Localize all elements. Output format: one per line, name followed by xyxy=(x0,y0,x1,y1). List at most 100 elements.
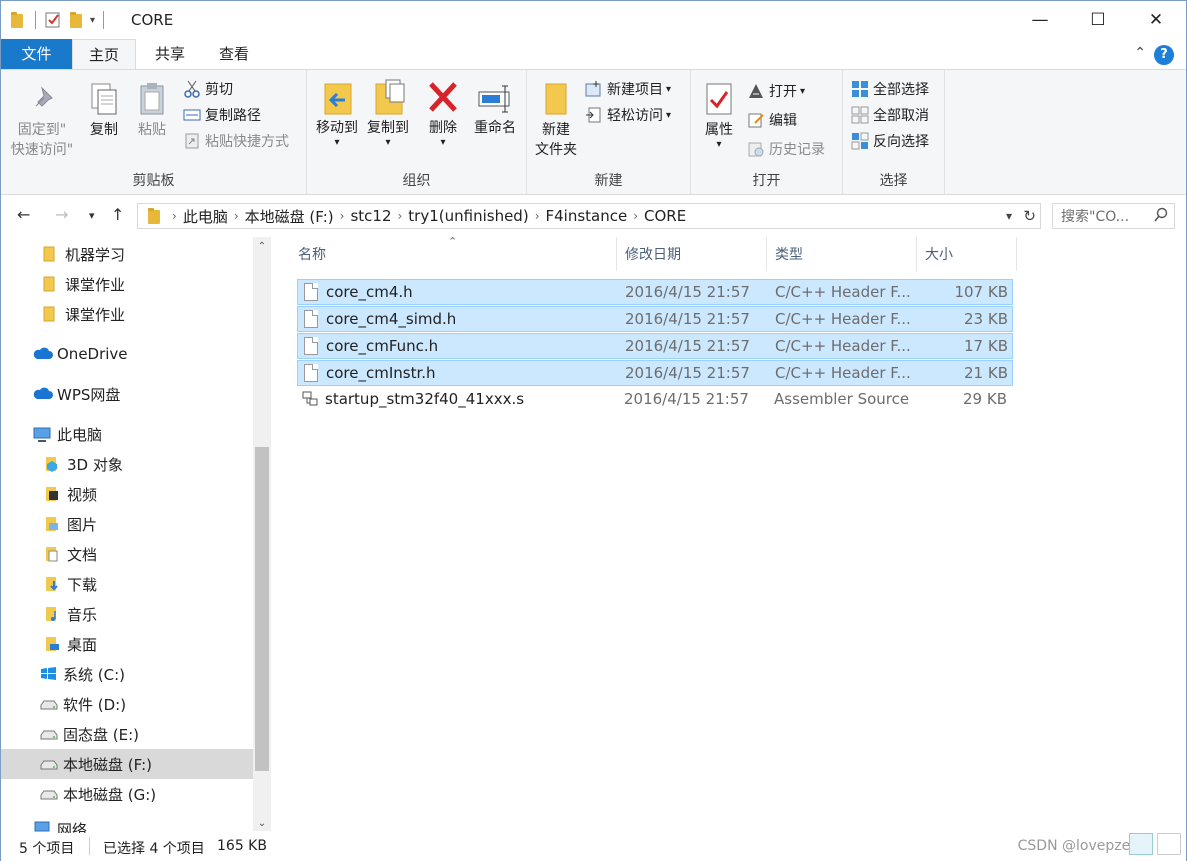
paste-shortcut-button[interactable]: 粘贴快捷方式 xyxy=(183,129,289,153)
cloud-icon xyxy=(33,345,53,363)
back-arrow-icon[interactable]: ← xyxy=(17,205,30,224)
close-button[interactable]: ✕ xyxy=(1127,1,1185,39)
breadcrumb-this-pc[interactable]: 此电脑 xyxy=(183,206,228,227)
column-header-size[interactable]: 大小 xyxy=(917,237,1017,271)
column-header-type[interactable]: 类型 xyxy=(767,237,917,271)
move-to-button[interactable]: 移动到 ▾ xyxy=(311,78,363,148)
drive-icon xyxy=(39,785,58,803)
sidebar-item[interactable]: 本地磁盘 (G:) xyxy=(1,779,253,809)
nav-scrollbar[interactable]: ⌃ ⌄ xyxy=(253,237,271,831)
paste-button[interactable]: 粘贴 xyxy=(129,80,175,140)
breadcrumb-core[interactable]: CORE xyxy=(644,207,686,225)
group-label: 新建 xyxy=(594,173,623,189)
sidebar-item[interactable]: 软件 (D:) xyxy=(1,689,253,719)
easy-access-button[interactable]: 轻松访问 ▾ xyxy=(585,103,671,127)
sidebar-item[interactable]: 文档 xyxy=(1,539,253,569)
chevron-right-icon[interactable]: › xyxy=(340,209,345,223)
sidebar-item[interactable]: OneDrive xyxy=(1,339,253,369)
table-row[interactable]: core_cmInstr.h 2016/4/15 21:57 C/C++ Heade… xyxy=(297,360,1013,386)
file-date: 2016/4/15 21:57 xyxy=(625,337,750,355)
tab-home[interactable]: 主页 xyxy=(72,39,136,70)
new-folder-icon[interactable] xyxy=(68,11,86,29)
chevron-up-icon[interactable]: ⌃ xyxy=(1134,45,1146,61)
sidebar-item[interactable]: 课堂作业 xyxy=(1,299,253,329)
sidebar-item-label: 此电脑 xyxy=(57,425,103,444)
refresh-icon[interactable]: ↻ xyxy=(1023,207,1036,225)
sidebar-item[interactable]: 课堂作业 xyxy=(1,269,253,299)
rename-button[interactable]: 重命名 xyxy=(467,78,523,138)
table-row[interactable]: core_cm4_simd.h 2016/4/15 21:57 C/C++ Head… xyxy=(297,306,1013,332)
properties-icon[interactable] xyxy=(44,11,62,29)
pin-quick-access-button[interactable]: 固定到" 快速访问" xyxy=(7,80,77,160)
select-none-button[interactable]: 全部取消 xyxy=(851,103,929,127)
breadcrumb-f4instance[interactable]: F4instance xyxy=(546,207,628,225)
sidebar-item[interactable]: 固态盘 (E:) xyxy=(1,719,253,749)
file-date: 2016/4/15 21:57 xyxy=(625,310,750,328)
scrollbar-thumb[interactable] xyxy=(255,447,269,771)
open-button[interactable]: 打开 ▾ xyxy=(747,79,805,103)
properties-button[interactable]: 属性 ▾ xyxy=(695,80,743,150)
recent-locations-chevron-icon[interactable]: ▾ xyxy=(89,209,95,222)
copy-path-button[interactable]: 复制路径 xyxy=(183,103,261,127)
edit-button[interactable]: 编辑 xyxy=(747,108,797,132)
sidebar-item[interactable]: 音乐 xyxy=(1,599,253,629)
chevron-right-icon[interactable]: › xyxy=(397,209,402,223)
tab-file[interactable]: 文件 xyxy=(1,39,72,69)
help-icon[interactable]: ? xyxy=(1154,45,1174,65)
column-header-date[interactable]: 修改日期 xyxy=(617,237,767,271)
tab-share[interactable]: 共享 xyxy=(138,39,202,69)
pin-icon xyxy=(24,80,60,118)
invert-selection-button[interactable]: 反向选择 xyxy=(851,129,929,153)
sidebar-item[interactable]: 下载 xyxy=(1,569,253,599)
sidebar-item[interactable]: 图片 xyxy=(1,509,253,539)
copy-to-button[interactable]: 复制到 ▾ xyxy=(361,78,415,148)
sidebar-item[interactable]: 网络 xyxy=(1,819,253,833)
sidebar-item[interactable]: WPS网盘 xyxy=(1,379,253,409)
select-all-button[interactable]: 全部选择 xyxy=(851,77,929,101)
chevron-right-icon[interactable]: › xyxy=(172,209,177,223)
address-bar[interactable]: › 此电脑 › 本地磁盘 (F:) › stc12 › try1(unfinis… xyxy=(137,203,1041,229)
history-button[interactable]: 历史记录 xyxy=(747,137,825,161)
cut-button[interactable]: 剪切 xyxy=(183,77,233,101)
sidebar-item[interactable]: 系统 (C:) xyxy=(1,659,253,689)
sidebar-item[interactable]: 本地磁盘 (F:) xyxy=(1,749,253,779)
forward-arrow-icon[interactable]: → xyxy=(55,205,68,224)
details-view-button[interactable] xyxy=(1129,833,1153,855)
quick-access-toolbar: ▾ xyxy=(9,9,112,31)
large-icons-view-button[interactable] xyxy=(1157,833,1181,855)
delete-button[interactable]: 删除 ▾ xyxy=(421,78,465,148)
sidebar-item[interactable]: 视频 xyxy=(1,479,253,509)
breadcrumb-stc12[interactable]: stc12 xyxy=(350,207,391,225)
scroll-down-icon[interactable]: ⌄ xyxy=(253,818,271,829)
sidebar-item[interactable]: 3D 对象 xyxy=(1,449,253,479)
breadcrumb-try1[interactable]: try1(unfinished) xyxy=(408,207,528,225)
new-folder-button[interactable]: 新建 文件夹 xyxy=(529,80,583,160)
file-name: core_cm4.h xyxy=(326,283,413,301)
scroll-up-icon[interactable]: ⌃ xyxy=(253,241,271,252)
file-date: 2016/4/15 21:57 xyxy=(625,283,750,301)
chevron-down-icon[interactable]: ▾ xyxy=(90,15,95,26)
minimize-button[interactable]: — xyxy=(1011,1,1069,39)
drive-icon xyxy=(39,755,58,773)
item-count: 5 个项目 xyxy=(19,841,75,857)
sidebar-item-label: WPS网盘 xyxy=(57,385,121,404)
search-input[interactable]: 搜索"CO... xyxy=(1052,203,1175,229)
chevron-right-icon[interactable]: › xyxy=(535,209,540,223)
up-arrow-icon[interactable]: ↑ xyxy=(111,205,124,224)
sidebar-item-label: 机器学习 xyxy=(65,245,126,264)
table-row[interactable]: startup_stm32f40_41xxx.s 2016/4/15 21:57 A… xyxy=(297,387,1013,413)
chevron-down-icon[interactable]: ▾ xyxy=(1006,209,1012,223)
new-item-button[interactable]: 新建项目 ▾ xyxy=(585,77,671,101)
table-row[interactable]: core_cm4.h 2016/4/15 21:57 C/C++ Header F.… xyxy=(297,279,1013,305)
breadcrumb-drive-f[interactable]: 本地磁盘 (F:) xyxy=(245,206,334,227)
chevron-right-icon[interactable]: › xyxy=(234,209,239,223)
table-row[interactable]: core_cmFunc.h 2016/4/15 21:57 C/C++ Header… xyxy=(297,333,1013,359)
sidebar-item[interactable]: 此电脑 xyxy=(1,419,253,449)
copy-button[interactable]: 复制 xyxy=(81,80,127,140)
chevron-right-icon[interactable]: › xyxy=(633,209,638,223)
tab-view[interactable]: 查看 xyxy=(202,39,266,69)
maximize-button[interactable]: ☐ xyxy=(1069,1,1127,39)
sidebar-item[interactable]: 桌面 xyxy=(1,629,253,659)
column-header-name[interactable]: 名称 xyxy=(290,237,617,271)
sidebar-item[interactable]: 机器学习 xyxy=(1,239,253,269)
